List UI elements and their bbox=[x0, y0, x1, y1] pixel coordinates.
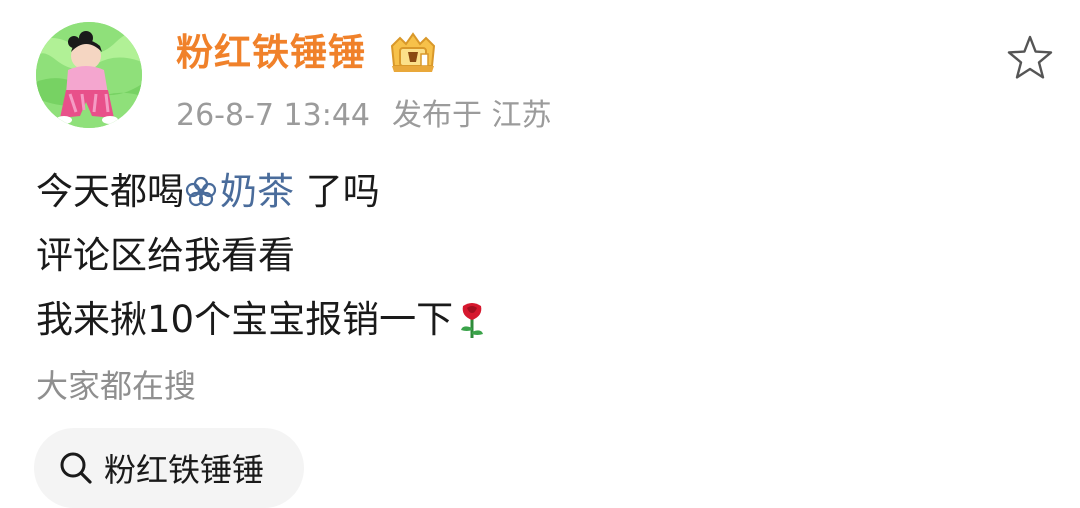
post-line-2: 评论区给我看看 bbox=[36, 234, 295, 277]
rose-icon bbox=[461, 303, 484, 338]
crown-vip-icon[interactable] bbox=[388, 32, 438, 74]
post-content: 今天都喝 奶茶 了吗 评论区给我看看 我来揪10个宝宝报销一下 bbox=[36, 160, 487, 352]
post-location: 发布于 江苏 bbox=[392, 98, 552, 133]
line1-prefix: 今天都喝 bbox=[36, 170, 184, 213]
post-meta: 26-8-7 13:44 发布于 江苏 bbox=[176, 96, 552, 136]
post-line-3: 我来揪10个宝宝报销一下 bbox=[36, 288, 487, 352]
trending-search-heading: 大家都在搜 bbox=[36, 367, 197, 405]
avatar[interactable] bbox=[36, 22, 142, 128]
author-name[interactable]: 粉红铁锤锤 bbox=[176, 30, 366, 76]
search-icon bbox=[60, 452, 92, 484]
line1-suffix: 了吗 bbox=[294, 170, 380, 213]
line3-text: 我来揪10个宝宝报销一下 bbox=[36, 298, 454, 341]
topic-label: 奶茶 bbox=[220, 170, 294, 213]
search-chip-label: 粉红铁锤锤 bbox=[104, 451, 265, 489]
search-suggestion-chip[interactable]: 粉红铁锤锤 bbox=[34, 428, 304, 508]
avatar-illustration bbox=[36, 22, 142, 128]
topic-link[interactable]: 奶茶 bbox=[184, 170, 294, 213]
post-line-1: 今天都喝 奶茶 了吗 bbox=[36, 160, 487, 224]
star-outline-icon[interactable] bbox=[1004, 32, 1056, 84]
flower-topic-icon bbox=[185, 176, 217, 207]
post-timestamp: 26-8-7 13:44 bbox=[176, 98, 370, 133]
